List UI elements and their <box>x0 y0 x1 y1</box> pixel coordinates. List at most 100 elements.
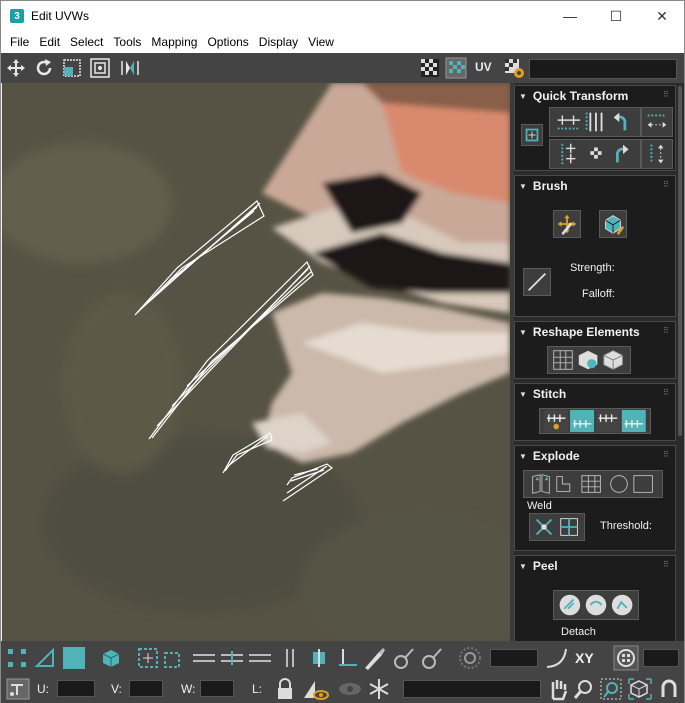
peel-tools-icon[interactable] <box>553 590 639 620</box>
space-horizontal-icon[interactable] <box>641 107 673 137</box>
align-row-bottom-icon[interactable] <box>549 139 641 169</box>
absolute-offset-icon[interactable] <box>5 677 31 701</box>
grip-icon[interactable]: ⠿ <box>663 326 669 335</box>
xy-space-button[interactable]: XY <box>575 650 594 666</box>
edge-distance-field[interactable] <box>643 649 679 667</box>
u-field[interactable] <box>57 680 95 697</box>
move-icon[interactable] <box>5 57 27 79</box>
menu-display[interactable]: Display <box>254 35 303 49</box>
hide-icon[interactable] <box>337 679 363 699</box>
grip-icon[interactable]: ⠿ <box>663 180 669 189</box>
paint-move-icon[interactable] <box>553 210 581 238</box>
uv-settings-icon[interactable] <box>503 57 525 79</box>
weld-label: Weld <box>527 500 552 512</box>
quick-transform-header[interactable]: ▼ Quick Transform <box>519 89 628 103</box>
zoom-extents-icon[interactable] <box>627 677 653 701</box>
freeze-icon[interactable] <box>367 677 391 701</box>
reshape-elements-header[interactable]: ▼ Reshape Elements <box>519 325 640 339</box>
window-title: Edit UVWs <box>31 9 90 23</box>
edit-uvws-window: 3 Edit UVWs — ☐ ✕ File Edit Select Tools… <box>0 0 685 703</box>
panel-scroll-thumb[interactable] <box>678 86 682 436</box>
explode-header[interactable]: ▼ Explode <box>519 449 580 463</box>
uv-viewport[interactable] <box>2 83 510 641</box>
selection-toolbar: XY <box>1 641 684 674</box>
selection-set-field[interactable] <box>403 680 541 698</box>
menu-file[interactable]: File <box>5 35 34 49</box>
mirror-icon[interactable] <box>119 57 141 79</box>
loop-ring-icon[interactable] <box>191 648 273 668</box>
select-edge-icon[interactable] <box>33 646 57 670</box>
snap-icon[interactable] <box>657 677 681 701</box>
v-field[interactable] <box>129 680 163 697</box>
zoom-icon[interactable] <box>573 677 595 701</box>
grow-shrink-icon[interactable] <box>137 646 187 670</box>
falloff-curve-icon[interactable] <box>523 268 551 296</box>
brush-title: Brush <box>532 179 568 193</box>
grip-icon[interactable]: ⠿ <box>663 450 669 459</box>
collapse-triangle-icon: ▼ <box>519 389 527 399</box>
strength-label: Strength: <box>570 262 615 274</box>
side-panel: ▼ Quick Transform ⠿ ▼ Brush ⠿ Strength: … <box>514 83 684 641</box>
reshape-tools-icon[interactable] <box>547 346 631 374</box>
paint-select-icon[interactable] <box>361 646 387 670</box>
status-toolbar: U: V: W: L: <box>1 674 684 703</box>
selection-modes-icon[interactable] <box>281 646 361 670</box>
quick-transform-rollout: ▼ Quick Transform ⠿ <box>514 85 676 171</box>
peel-header[interactable]: ▼ Peel <box>519 559 558 573</box>
align-center-icon[interactable] <box>521 124 543 146</box>
menu-edit[interactable]: Edit <box>34 35 65 49</box>
detach-label: Detach <box>561 626 596 638</box>
zoom-region-icon[interactable] <box>599 677 623 701</box>
menu-view[interactable]: View <box>303 35 339 49</box>
relax-brush-icon[interactable] <box>599 210 627 238</box>
w-field[interactable] <box>200 680 234 697</box>
explode-rollout: ▼ Explode ⠿ Weld Threshold: <box>514 445 676 551</box>
freeform-icon[interactable] <box>89 57 111 79</box>
explode-tools-icon[interactable] <box>523 470 663 498</box>
grip-icon[interactable]: ⠿ <box>663 388 669 397</box>
grip-icon[interactable]: ⠿ <box>663 90 669 99</box>
brush-rollout: ▼ Brush ⠿ Strength: Falloff: <box>514 175 676 317</box>
maximize-button[interactable]: ☐ <box>593 1 639 31</box>
stitch-rollout: ▼ Stitch ⠿ <box>514 383 676 441</box>
app-icon: 3 <box>10 9 24 23</box>
pan-hand-icon[interactable] <box>547 677 569 701</box>
falloff-field[interactable] <box>490 649 538 667</box>
collapse-triangle-icon: ▼ <box>519 327 527 337</box>
menu-select[interactable]: Select <box>65 35 108 49</box>
edge-distance-icon[interactable] <box>613 645 639 671</box>
title-bar: 3 Edit UVWs — ☐ ✕ <box>1 1 684 31</box>
scale-icon[interactable] <box>61 57 83 79</box>
weld-tools-icon[interactable] <box>529 513 585 541</box>
l-label: L: <box>252 682 263 696</box>
grip-icon[interactable]: ⠿ <box>663 560 669 569</box>
close-button[interactable]: ✕ <box>639 1 685 31</box>
checker-pattern-icon[interactable] <box>419 57 441 79</box>
stitch-header[interactable]: ▼ Stitch <box>519 387 566 401</box>
uv-label[interactable]: UV <box>475 60 492 74</box>
menu-tools[interactable]: Tools <box>108 35 146 49</box>
soft-selection-icon[interactable] <box>457 646 483 670</box>
show-hidden-icon[interactable] <box>301 677 329 701</box>
texture-checker-icon[interactable] <box>445 57 467 79</box>
menu-bar: File Edit Select Tools Mapping Options D… <box>1 31 684 53</box>
select-element-icon[interactable] <box>99 646 123 670</box>
align-row-top-icon[interactable] <box>549 107 641 137</box>
paint-size-icon[interactable] <box>389 646 445 670</box>
brush-header[interactable]: ▼ Brush <box>519 179 568 193</box>
stitch-title: Stitch <box>532 387 567 401</box>
stitch-tools-icon[interactable] <box>539 408 651 434</box>
falloff-type-icon[interactable] <box>544 646 570 670</box>
select-vertex-icon[interactable] <box>5 646 29 670</box>
minimize-button[interactable]: — <box>547 1 593 31</box>
main-toolbar: UV <box>1 53 684 83</box>
rotate-icon[interactable] <box>33 57 55 79</box>
texture-dropdown[interactable] <box>529 59 677 79</box>
lock-icon[interactable] <box>274 677 296 701</box>
menu-options[interactable]: Options <box>202 35 253 49</box>
peel-title: Peel <box>532 559 558 573</box>
collapse-triangle-icon: ▼ <box>519 561 527 571</box>
select-face-icon[interactable] <box>63 647 85 669</box>
menu-mapping[interactable]: Mapping <box>146 35 202 49</box>
space-vertical-icon[interactable] <box>641 139 673 169</box>
